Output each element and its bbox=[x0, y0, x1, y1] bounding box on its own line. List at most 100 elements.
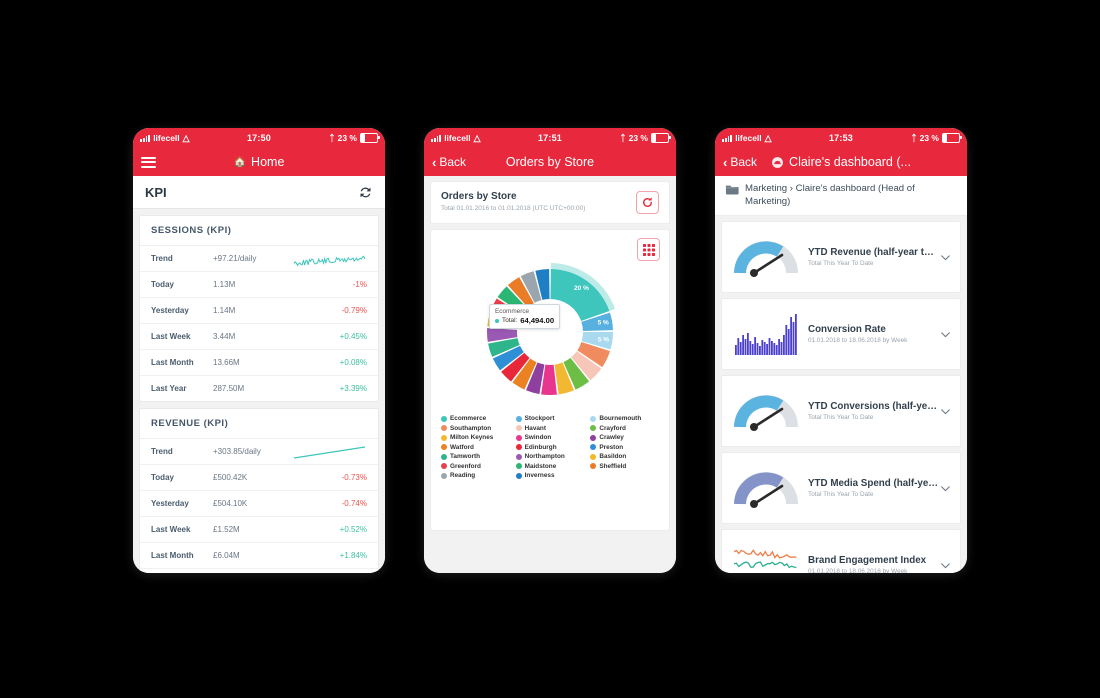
legend-color-swatch bbox=[590, 453, 597, 460]
legend-item[interactable]: Edinburgh bbox=[515, 444, 589, 451]
legend-item[interactable]: Swindon bbox=[515, 434, 589, 441]
cellular-signal-icon bbox=[431, 134, 442, 142]
kpi-row-label: Today bbox=[151, 473, 174, 482]
legend-item[interactable]: Inverness bbox=[515, 472, 589, 479]
legend-item[interactable]: Northampton bbox=[515, 453, 589, 460]
refresh-circle-icon bbox=[643, 197, 652, 207]
dashboard-item[interactable]: Brand Engagement Index 01.01.2018 to 18.0… bbox=[721, 529, 961, 573]
kpi-row[interactable]: Last Month 13.66M +0.08% bbox=[140, 350, 378, 376]
legend-item[interactable]: Sheffield bbox=[590, 463, 663, 470]
legend-color-swatch bbox=[515, 434, 522, 441]
kpi-row-value: 3.44M bbox=[213, 332, 236, 341]
back-button[interactable]: ‹ Back bbox=[432, 155, 466, 169]
bluetooth-icon: ᛏ bbox=[620, 133, 626, 143]
legend-item[interactable]: Havant bbox=[515, 424, 589, 432]
kpi-row[interactable]: Yesterday £504.10K -0.74% bbox=[140, 491, 378, 517]
battery-icon bbox=[650, 133, 671, 143]
legend-color-swatch bbox=[441, 472, 447, 479]
legend-item[interactable]: Crawley bbox=[590, 434, 663, 441]
chevron-down-icon[interactable] bbox=[939, 405, 952, 418]
breadcrumb[interactable]: Marketing › Claire's dashboard (Head of … bbox=[715, 176, 967, 217]
donut-value-label: 5 % bbox=[598, 336, 609, 343]
chevron-down-icon[interactable] bbox=[939, 251, 952, 264]
kpi-row[interactable]: Today 1.13M -1% bbox=[140, 272, 378, 298]
legend-item[interactable]: Basildon bbox=[590, 453, 663, 460]
refresh-circle-button[interactable] bbox=[636, 191, 659, 214]
kpi-card-title: REVENUE (KPI) bbox=[140, 409, 378, 439]
donut-value-label: 5 % bbox=[598, 320, 609, 327]
dashboard-item[interactable]: YTD Conversions (half-ye… Total This Year… bbox=[721, 375, 961, 448]
battery-percent-label: 23 % bbox=[337, 133, 357, 143]
legend-item[interactable]: Southampton bbox=[441, 425, 514, 432]
back-button[interactable]: ‹ Back bbox=[723, 155, 757, 169]
hamburger-menu-icon[interactable] bbox=[141, 156, 156, 168]
chevron-down-icon[interactable] bbox=[939, 482, 952, 495]
legend-color-swatch bbox=[441, 463, 447, 469]
kpi-row-value: £504.10K bbox=[213, 499, 248, 508]
legend-item[interactable]: Tamworth bbox=[441, 453, 514, 460]
item-thumbnail bbox=[730, 385, 802, 437]
legend-label: Ecommerce bbox=[450, 415, 487, 422]
legend-label: Watford bbox=[450, 443, 474, 451]
legend-item[interactable]: Ecommerce bbox=[441, 415, 514, 422]
nav-bar: ‹ Back Orders by Store bbox=[424, 148, 676, 176]
trend-sparkline bbox=[293, 255, 366, 266]
legend-item[interactable]: Milton Keynes bbox=[441, 434, 514, 441]
kpi-row[interactable]: Last Month £6.04M +1.84% bbox=[140, 543, 378, 569]
legend-label: Havant bbox=[524, 424, 546, 432]
legend-item[interactable]: Crayford bbox=[590, 425, 663, 432]
kpi-row-delta: +0.52% bbox=[339, 525, 367, 534]
item-thumbnail bbox=[730, 308, 802, 360]
legend-label: Preston bbox=[599, 443, 624, 451]
screenshot-canvas: lifecell △ 17:50 ᛏ 23 % 🏠 Home KPI SESSI… bbox=[0, 0, 1100, 698]
gauge-thumbnail-icon bbox=[734, 472, 798, 509]
legend-color-swatch bbox=[515, 444, 522, 450]
dashboard-item[interactable]: YTD Media Spend (half-ye… Total This Year… bbox=[721, 452, 961, 525]
legend-item[interactable]: Reading bbox=[441, 472, 514, 479]
legend-item[interactable]: Bournemouth bbox=[590, 415, 663, 422]
legend-item[interactable]: Watford bbox=[441, 444, 514, 451]
refresh-icon[interactable] bbox=[358, 185, 373, 200]
legend-item[interactable]: Stockport bbox=[515, 415, 589, 422]
dashboard-item[interactable]: YTD Revenue (half-year t… Total This Year… bbox=[721, 221, 961, 294]
kpi-row[interactable]: Last Week 3.44M +0.45% bbox=[140, 324, 378, 350]
kpi-row-value: 287.50M bbox=[213, 384, 245, 393]
carrier-label: lifecell bbox=[735, 133, 762, 143]
legend-item[interactable]: Maidstone bbox=[515, 462, 589, 470]
legend-label: Maidstone bbox=[524, 462, 557, 470]
kpi-row[interactable]: Last Week £1.52M +0.52% bbox=[140, 517, 378, 543]
grid-table-button[interactable] bbox=[637, 238, 660, 261]
chevron-down-icon[interactable] bbox=[939, 559, 952, 572]
phone-screen-orders-by-store: lifecell △ 17:51 ᛏ 23 % ‹ Back Orders by… bbox=[424, 128, 676, 573]
page-title: KPI bbox=[145, 184, 167, 200]
kpi-row[interactable]: Today £500.42K -0.73% bbox=[140, 465, 378, 491]
item-title: YTD Conversions (half-ye… bbox=[808, 401, 938, 413]
legend-item[interactable]: Preston bbox=[590, 444, 663, 451]
kpi-row-delta: +3.39% bbox=[339, 384, 367, 393]
legend-label: Bournemouth bbox=[599, 415, 642, 422]
gauge-icon bbox=[772, 156, 783, 168]
kpi-row-label: Last Month bbox=[151, 551, 194, 560]
kpi-row[interactable]: Last Year£119.07M+30.64% bbox=[140, 569, 378, 573]
legend-label: Southampton bbox=[450, 424, 492, 432]
item-subtitle: Total This Year To Date bbox=[808, 414, 874, 422]
kpi-row[interactable]: Last Year 287.50M +3.39% bbox=[140, 376, 378, 401]
dashboard-item[interactable]: Conversion Rate 01.01.2018 to 18.06.2018 … bbox=[721, 298, 961, 371]
gauge-thumbnail-icon bbox=[734, 241, 798, 278]
status-time: 17:50 bbox=[246, 133, 271, 143]
cellular-signal-icon bbox=[140, 134, 151, 142]
legend-color-swatch bbox=[515, 415, 522, 422]
phone-screen-kpi: lifecell △ 17:50 ᛏ 23 % 🏠 Home KPI SESSI… bbox=[133, 128, 385, 573]
kpi-card-title: SESSIONS (KPI) bbox=[140, 216, 378, 246]
kpi-row[interactable]: Yesterday 1.14M -0.79% bbox=[140, 298, 378, 324]
kpi-row[interactable]: Trend +303.85/daily bbox=[140, 439, 378, 465]
kpi-row[interactable]: Trend +97.21/daily bbox=[140, 246, 378, 272]
kpi-row-label: Yesterday bbox=[151, 306, 189, 315]
wifi-icon: △ bbox=[473, 132, 481, 143]
chevron-down-icon[interactable] bbox=[939, 328, 952, 341]
donut-chart[interactable]: 20 % 5 % 5 % bbox=[431, 260, 669, 405]
item-subtitle: Total This Year To Date bbox=[808, 260, 874, 268]
legend-item[interactable]: Greenford bbox=[441, 463, 514, 470]
item-title: Brand Engagement Index bbox=[808, 555, 927, 567]
folder-icon bbox=[725, 185, 739, 195]
